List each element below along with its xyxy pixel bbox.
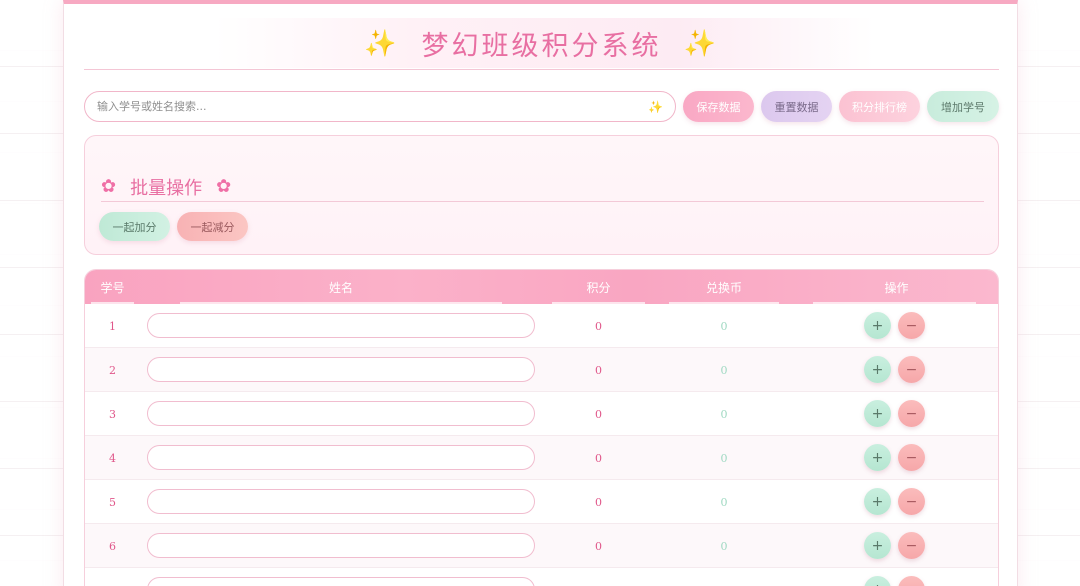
student-score: 0 xyxy=(595,319,602,333)
column-header-actions: 操作 xyxy=(884,280,909,295)
student-name-input[interactable] xyxy=(147,577,535,586)
add-point-button[interactable]: + xyxy=(864,532,891,559)
sparkles-icon: ✨ xyxy=(683,28,719,59)
app-container: ✨ 梦幻班级积分系统 ✨ ✨ 保存数据 重置数据 积分排行榜 增加学号 ✿ 批量… xyxy=(63,0,1018,586)
add-point-button[interactable]: + xyxy=(864,444,891,471)
student-id: 6 xyxy=(109,539,116,553)
student-score: 0 xyxy=(595,451,602,465)
column-header-name: 姓名 xyxy=(328,280,353,295)
page-title: ✨ 梦幻班级积分系统 ✨ xyxy=(364,24,719,63)
table-row: 5 0 0 + − xyxy=(85,480,998,524)
subtract-point-button[interactable]: − xyxy=(898,576,925,586)
batch-title: ✿ 批量操作 ✿ xyxy=(101,172,984,202)
table-row: 6 0 0 + − xyxy=(85,524,998,568)
table-row: 4 0 0 + − xyxy=(85,436,998,480)
score-table: 学号 姓名 积分 兑换币 操作 1 0 0 + − 2 0 0 + − 3 0 … xyxy=(84,269,999,586)
student-coins: 0 xyxy=(720,495,728,509)
add-point-button[interactable]: + xyxy=(864,400,891,427)
add-point-button[interactable]: + xyxy=(864,356,891,383)
sparkles-icon: ✨ xyxy=(364,28,400,59)
search-box[interactable]: ✨ xyxy=(84,91,676,122)
student-id: 7 xyxy=(85,568,140,586)
table-row: 1 0 0 + − xyxy=(85,304,998,348)
batch-title-text: 批量操作 xyxy=(130,177,203,199)
student-name-input[interactable] xyxy=(147,489,535,514)
batch-panel: ✿ 批量操作 ✿ 一起加分 一起减分 xyxy=(84,135,999,255)
student-name-input[interactable] xyxy=(147,533,535,558)
student-score: 0 xyxy=(595,495,602,509)
ranking-button[interactable]: 积分排行榜 xyxy=(839,91,920,122)
table-row: 3 0 0 + − xyxy=(85,392,998,436)
subtract-point-button[interactable]: − xyxy=(898,312,925,339)
add-point-button[interactable]: + xyxy=(864,312,891,339)
flower-icon: ✿ xyxy=(216,176,232,197)
student-coins: 0 xyxy=(655,568,793,586)
column-header-coins: 兑换币 xyxy=(705,280,742,295)
student-id: 1 xyxy=(109,319,116,333)
student-coins: 0 xyxy=(720,451,728,465)
batch-subtract-button[interactable]: 一起减分 xyxy=(177,212,248,241)
flower-icon: ✿ xyxy=(101,176,117,197)
save-button[interactable]: 保存数据 xyxy=(683,91,754,122)
batch-add-button[interactable]: 一起加分 xyxy=(99,212,170,241)
student-coins: 0 xyxy=(720,319,728,333)
add-point-button[interactable]: + xyxy=(864,488,891,515)
student-name-input[interactable] xyxy=(147,401,535,426)
page-title-text: 梦幻班级积分系统 xyxy=(421,31,662,62)
column-header-id: 学号 xyxy=(100,280,125,295)
table-header: 学号 姓名 积分 兑换币 操作 xyxy=(85,270,998,304)
student-coins: 0 xyxy=(720,539,728,553)
student-score: 0 xyxy=(595,363,602,377)
search-input[interactable] xyxy=(97,100,649,113)
add-student-button[interactable]: 增加学号 xyxy=(927,91,999,122)
reset-button[interactable]: 重置数据 xyxy=(761,91,832,122)
subtract-point-button[interactable]: − xyxy=(898,400,925,427)
student-name-input[interactable] xyxy=(147,445,535,470)
student-id: 5 xyxy=(109,495,116,509)
student-score: 0 xyxy=(595,539,602,553)
student-coins: 0 xyxy=(720,407,728,421)
table-row: 2 0 0 + − xyxy=(85,348,998,392)
student-score: 0 xyxy=(595,407,602,421)
subtract-point-button[interactable]: − xyxy=(898,356,925,383)
student-name-input[interactable] xyxy=(147,313,535,338)
student-id: 3 xyxy=(109,407,116,421)
add-point-button[interactable]: + xyxy=(864,576,891,586)
header: ✨ 梦幻班级积分系统 ✨ xyxy=(84,18,999,70)
sparkle-icon: ✨ xyxy=(648,99,663,114)
student-name-input[interactable] xyxy=(147,357,535,382)
student-id: 4 xyxy=(109,451,116,465)
student-id: 2 xyxy=(109,363,116,377)
subtract-point-button[interactable]: − xyxy=(898,488,925,515)
table-row: 7 0 0 + − xyxy=(85,568,998,586)
subtract-point-button[interactable]: − xyxy=(898,444,925,471)
subtract-point-button[interactable]: − xyxy=(898,532,925,559)
column-header-score: 积分 xyxy=(586,280,611,295)
student-coins: 0 xyxy=(720,363,728,377)
student-score: 0 xyxy=(542,568,655,586)
